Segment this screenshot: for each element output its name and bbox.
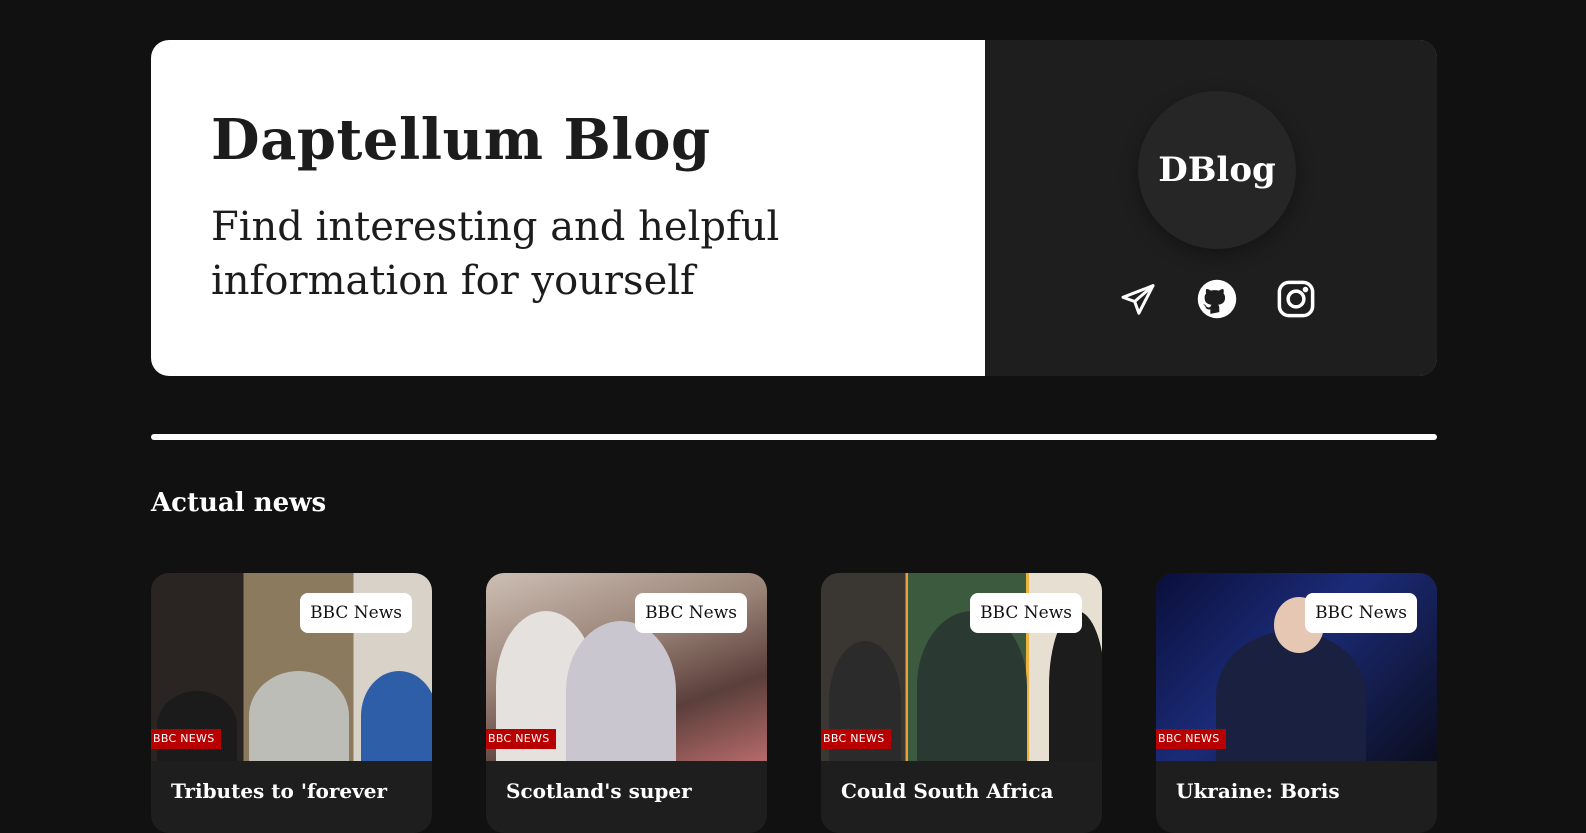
- section-divider: [151, 434, 1437, 440]
- social-links: [1117, 278, 1317, 320]
- hero-banner: Daptellum Blog Find interesting and help…: [151, 40, 1437, 376]
- source-badge: BBC News: [1305, 593, 1417, 633]
- site-logo-text: DBlog: [1158, 150, 1276, 190]
- news-card[interactable]: BBC News BBC NEWS Tributes to 'forever: [151, 573, 432, 833]
- site-title: Daptellum Blog: [211, 107, 711, 173]
- source-badge: BBC News: [300, 593, 412, 633]
- news-card[interactable]: BBC News BBC NEWS Could South Africa: [821, 573, 1102, 833]
- photo-person: [1049, 611, 1102, 761]
- news-card-list: BBC News BBC NEWS Tributes to 'forever B…: [151, 573, 1437, 833]
- news-card-image: BBC News BBC NEWS: [821, 573, 1102, 761]
- news-card[interactable]: BBC News BBC NEWS Scotland's super: [486, 573, 767, 833]
- photo-person: [361, 671, 432, 761]
- bbc-news-logo: BBC NEWS: [151, 729, 221, 749]
- news-card-image: BBC News BBC NEWS: [151, 573, 432, 761]
- site-tagline: Find interesting and helpful information…: [211, 204, 780, 304]
- news-card-image: BBC News BBC NEWS: [486, 573, 767, 761]
- news-card-title: Ukraine: Boris: [1176, 779, 1340, 803]
- news-card-title: Tributes to 'forever: [171, 779, 388, 803]
- news-card[interactable]: BBC News BBC NEWS Ukraine: Boris: [1156, 573, 1437, 833]
- photo-person: [917, 611, 1027, 761]
- source-badge: BBC News: [970, 593, 1082, 633]
- news-card-title: Scotland's super: [506, 779, 692, 803]
- github-icon[interactable]: [1196, 278, 1238, 320]
- photo-person: [249, 671, 349, 761]
- site-logo[interactable]: DBlog: [1138, 91, 1296, 249]
- news-card-title: Could South Africa: [841, 779, 1054, 803]
- photo-person: [566, 621, 676, 761]
- telegram-icon[interactable]: [1117, 278, 1159, 320]
- instagram-icon[interactable]: [1275, 278, 1317, 320]
- section-title: Actual news: [151, 488, 327, 518]
- hero-text: Daptellum Blog Find interesting and help…: [211, 108, 911, 308]
- source-badge: BBC News: [635, 593, 747, 633]
- bbc-news-logo: BBC NEWS: [486, 729, 556, 749]
- photo-person: [157, 691, 237, 761]
- bbc-news-logo: BBC NEWS: [821, 729, 891, 749]
- bbc-news-logo: BBC NEWS: [1156, 729, 1226, 749]
- news-card-image: BBC News BBC NEWS: [1156, 573, 1437, 761]
